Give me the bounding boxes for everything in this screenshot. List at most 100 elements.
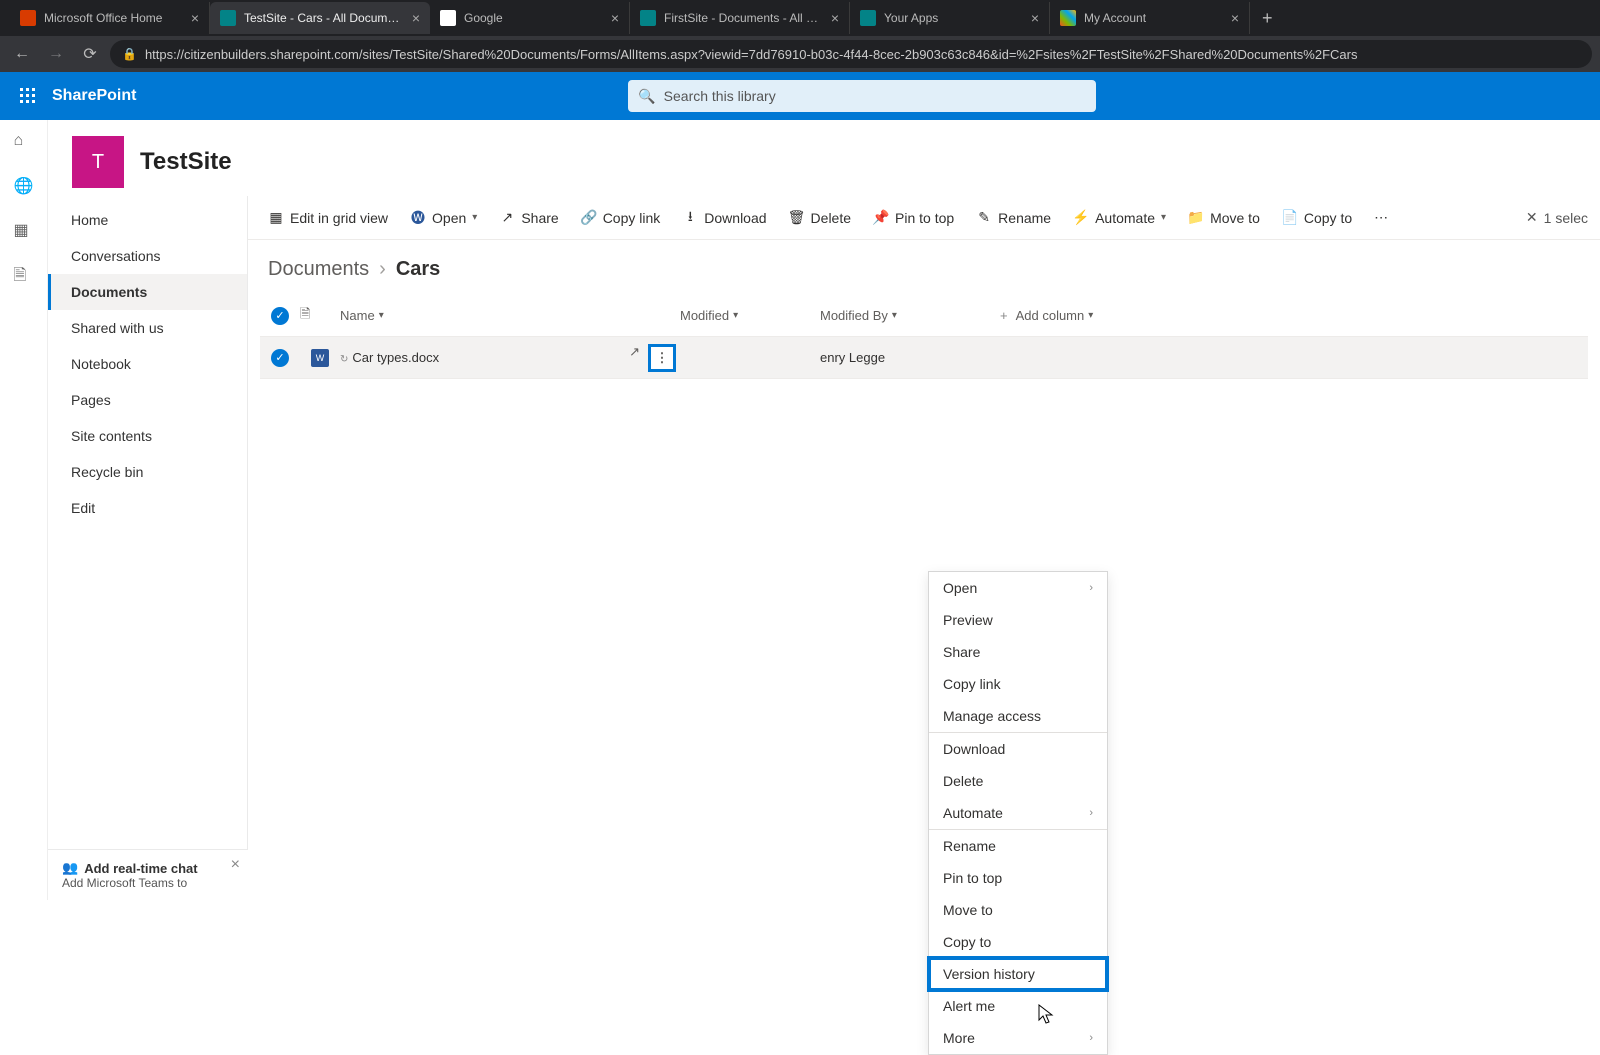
file-type-column-icon[interactable]: 🗎 [300,305,340,327]
home-icon[interactable]: ⌂ [14,132,34,152]
pin-to-top-button[interactable]: 📌Pin to top [865,204,962,232]
global-nav-rail: ⌂ 🌐 ▦ 🗎 [0,120,48,900]
site-header: T TestSite [48,120,1600,196]
close-icon[interactable]: × [231,856,240,874]
nav-documents[interactable]: Documents [48,274,247,310]
ctx-pin-to-top[interactable]: Pin to top [929,862,1107,894]
ctx-open[interactable]: Open› [929,572,1107,604]
new-tab-button[interactable]: + [1250,8,1285,29]
ctx-manage-access[interactable]: Manage access [929,700,1107,732]
row-checkbox[interactable]: ✓ [271,349,289,367]
add-column-button[interactable]: +Add column ▾ [1000,308,1180,323]
ctx-preview[interactable]: Preview [929,604,1107,636]
reload-button[interactable]: ⟳ [76,40,104,68]
search-icon: 🔍 [638,88,655,105]
nav-notebook[interactable]: Notebook [48,346,247,382]
files-icon[interactable]: 🗎 [14,264,34,284]
close-icon[interactable]: × [1231,10,1239,26]
url-input[interactable]: 🔒 https://citizenbuilders.sharepoint.com… [110,40,1592,68]
ctx-automate[interactable]: Automate› [929,797,1107,829]
ctx-delete[interactable]: Delete [929,765,1107,797]
column-name[interactable]: Name ▾ [340,308,620,323]
teams-promo: × 👥Add real-time chat Add Microsoft Team… [48,849,248,900]
download-icon: ⭳ [682,210,698,226]
copy-link-button[interactable]: 🔗Copy link [573,204,669,232]
file-row[interactable]: ✓ W ↻Car types.docx ↗ ⋮ enry Legge [260,337,1588,379]
copy-icon: 📄 [1282,210,1298,226]
pin-icon: 📌 [873,210,889,226]
ctx-download[interactable]: Download [929,733,1107,765]
sharepoint-brand[interactable]: SharePoint [52,87,136,105]
ctx-share[interactable]: Share [929,636,1107,668]
more-actions-button[interactable]: ⋮ [648,344,676,372]
browser-tab[interactable]: Your Apps × [850,2,1050,34]
breadcrumb-root[interactable]: Documents [268,258,369,281]
close-icon[interactable]: × [1031,10,1039,26]
list-header-row: ✓ 🗎 Name ▾ Modified ▾ Modified By ▾ +Add… [260,295,1588,337]
back-button[interactable]: ← [8,40,36,68]
ctx-copy-link[interactable]: Copy link [929,668,1107,700]
chevron-down-icon: ▾ [733,310,738,321]
close-selection-icon[interactable]: ✕ [1526,209,1538,226]
browser-tab[interactable]: FirstSite - Documents - All Docum × [630,2,850,34]
file-name[interactable]: ↻Car types.docx [340,350,620,365]
grid-icon: ▦ [268,210,284,226]
nav-shared-with-us[interactable]: Shared with us [48,310,247,346]
site-title[interactable]: TestSite [140,148,232,176]
nav-recycle-bin[interactable]: Recycle bin [48,454,247,490]
browser-tab[interactable]: My Account × [1050,2,1250,34]
breadcrumb: Documents › Cars [248,240,1600,295]
forward-button[interactable]: → [42,40,70,68]
trash-icon: 🗑 [789,210,805,226]
command-bar: ▦Edit in grid view 🅦Open▾ ↗Share 🔗Copy l… [248,196,1600,240]
nav-conversations[interactable]: Conversations [48,238,247,274]
ctx-version-history[interactable]: Version history [929,958,1107,990]
document-list: ✓ 🗎 Name ▾ Modified ▾ Modified By ▾ +Add… [248,295,1600,379]
open-button[interactable]: 🅦Open▾ [402,204,485,232]
automate-button[interactable]: ⚡Automate▾ [1065,204,1174,232]
ctx-copy-to[interactable]: Copy to [929,926,1107,958]
ctx-move-to[interactable]: Move to [929,894,1107,926]
nav-site-contents[interactable]: Site contents [48,418,247,454]
ctx-alert-me[interactable]: Alert me [929,990,1107,1022]
delete-button[interactable]: 🗑Delete [781,204,859,232]
rename-button[interactable]: ✎Rename [968,204,1059,232]
selection-count: ✕ 1 selec [1526,209,1588,226]
browser-tab[interactable]: Google × [430,2,630,34]
close-icon[interactable]: × [412,10,420,26]
column-modified[interactable]: Modified ▾ [680,308,820,323]
nav-home[interactable]: Home [48,202,247,238]
select-all-checkbox[interactable]: ✓ [271,307,289,325]
nav-pages[interactable]: Pages [48,382,247,418]
tab-title: Google [464,11,603,25]
download-button[interactable]: ⭳Download [674,204,774,232]
site-logo[interactable]: T [72,136,124,188]
share-button[interactable]: ↗Share [491,204,566,232]
browser-tab[interactable]: Microsoft Office Home × [10,2,210,34]
browser-tab-active[interactable]: TestSite - Cars - All Documents × [210,2,430,34]
nav-edit[interactable]: Edit [48,490,247,526]
edit-grid-button[interactable]: ▦Edit in grid view [260,204,396,232]
copy-to-button[interactable]: 📄Copy to [1274,204,1360,232]
more-commands-button[interactable]: ⋯ [1366,203,1396,232]
close-icon[interactable]: × [611,10,619,26]
ctx-rename[interactable]: Rename [929,830,1107,862]
link-icon: 🔗 [581,210,597,226]
globe-icon[interactable]: 🌐 [14,176,34,196]
column-modified-by[interactable]: Modified By ▾ [820,308,1000,323]
tab-title: Your Apps [884,11,1023,25]
chevron-right-icon: › [379,258,386,281]
news-icon[interactable]: ▦ [14,220,34,240]
word-file-icon: W [311,349,329,367]
move-to-button[interactable]: 📁Move to [1180,204,1268,232]
close-icon[interactable]: × [831,10,839,26]
ctx-more[interactable]: More› [929,1022,1107,1054]
close-icon[interactable]: × [191,10,199,26]
share-icon[interactable]: ↗ [629,344,640,372]
search-input[interactable]: 🔍 Search this library [628,80,1096,112]
search-placeholder: Search this library [664,88,776,104]
teams-icon: 👥 [62,860,78,876]
tab-favicon [640,10,656,26]
app-launcher-icon[interactable] [12,80,44,112]
browser-tab-strip: Microsoft Office Home × TestSite - Cars … [0,0,1600,36]
